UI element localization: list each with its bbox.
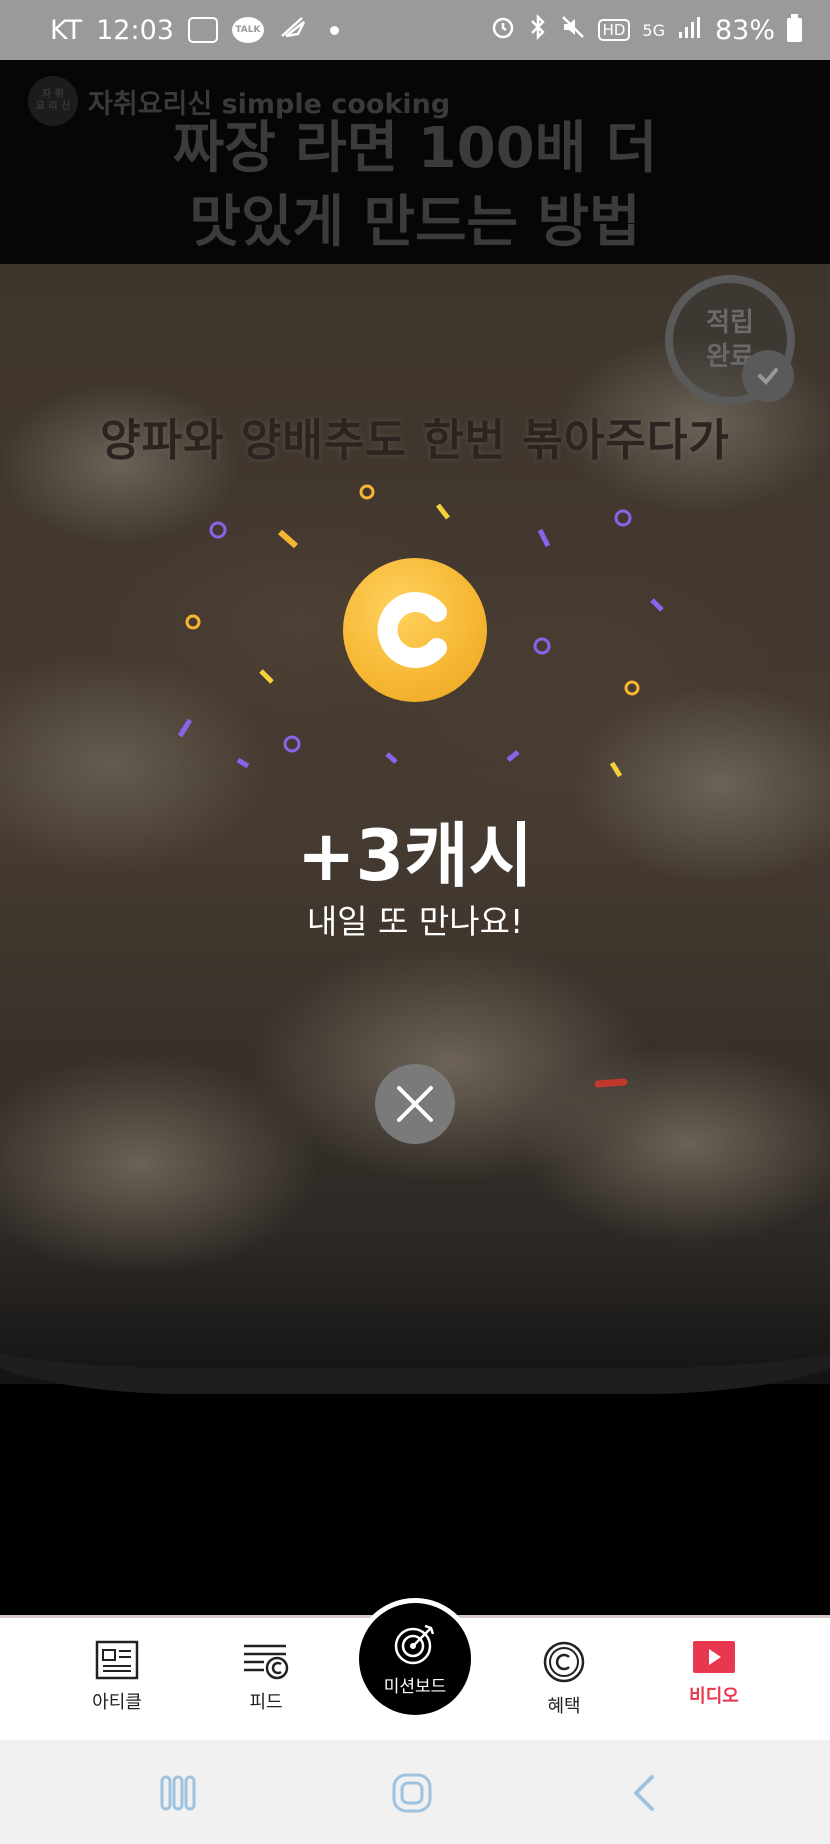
- nav-item-benefits[interactable]: 혜택: [504, 1640, 624, 1718]
- nav-label-video: 비디오: [689, 1686, 739, 1707]
- reward-amount: +3캐시: [296, 815, 534, 897]
- close-icon: [397, 1086, 433, 1122]
- play-icon: [693, 1641, 735, 1673]
- mission-board-button-wrapper: 미션보드: [354, 1598, 476, 1720]
- video-header: 자 취 요 리 신 자취요리신 simple cooking 짜장 라면 100…: [0, 60, 830, 264]
- nav-label-article: 아티클: [92, 1692, 142, 1713]
- system-navigation-bar: [0, 1740, 830, 1844]
- video-title-line-2: 맛있게 만드는 방법: [189, 190, 641, 255]
- alarm-icon: [490, 14, 516, 47]
- nav-label-feed: 피드: [249, 1692, 283, 1713]
- hd-voice-icon: HD: [597, 19, 631, 41]
- battery-icon: [787, 14, 802, 42]
- feed-icon: [244, 1644, 289, 1680]
- back-icon: [634, 1775, 654, 1811]
- more-notifications-dot: [329, 25, 339, 35]
- bluetooth-icon: [528, 13, 548, 47]
- signal-icon: [677, 14, 703, 47]
- check-icon: [742, 350, 794, 402]
- nav-label-benefits: 혜택: [547, 1696, 581, 1717]
- feather-icon: [278, 14, 308, 47]
- target-icon: [394, 1624, 435, 1664]
- cash-c-icon: [543, 1641, 585, 1683]
- nav-item-mission-board[interactable]: 미션보드: [359, 1603, 471, 1715]
- back-button[interactable]: [614, 1768, 674, 1818]
- close-popup-button[interactable]: [375, 1064, 455, 1144]
- recent-apps-button[interactable]: [148, 1768, 208, 1818]
- app-notification-icon: [187, 17, 218, 43]
- video-subtitle: 양파와 양배추도 한번 볶아주다가: [100, 415, 730, 466]
- nav-item-article[interactable]: 아티클: [57, 1640, 177, 1714]
- nav-item-video[interactable]: 비디오: [654, 1640, 774, 1708]
- nav-item-feed[interactable]: 피드: [206, 1640, 326, 1714]
- status-bar: KT 12:03 TALK HD 5G 83%: [0, 0, 830, 60]
- home-button[interactable]: [382, 1768, 442, 1818]
- video-title: 짜장 라면 100배 더 맛있게 만드는 방법: [0, 112, 830, 260]
- article-icon: [95, 1640, 139, 1680]
- reward-message: 내일 또 만나요!: [306, 902, 524, 941]
- carrier-label: KT: [50, 14, 83, 46]
- battery-percent: 83%: [714, 14, 775, 46]
- network-type: 5G: [642, 20, 665, 40]
- cash-coin-icon: [343, 558, 487, 702]
- home-icon: [392, 1773, 432, 1813]
- kakaotalk-icon: TALK: [231, 17, 264, 43]
- recent-apps-icon: [160, 1775, 196, 1811]
- clock: 12:03: [96, 14, 174, 46]
- mute-icon: [560, 14, 586, 47]
- pan-rim: [0, 1274, 830, 1394]
- nav-label-mission-board: 미션보드: [383, 1676, 447, 1697]
- video-title-line-1: 짜장 라면 100배 더: [172, 116, 658, 181]
